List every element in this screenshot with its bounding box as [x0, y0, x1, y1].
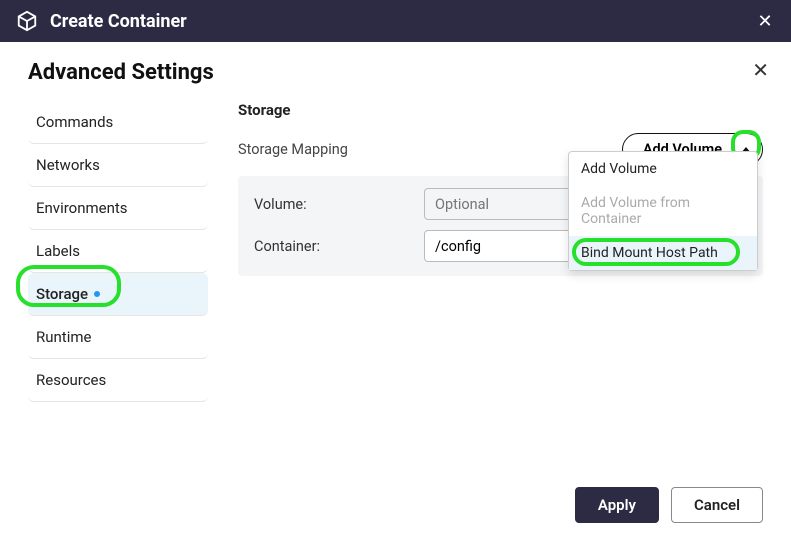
sidebar-item-networks[interactable]: Networks — [28, 144, 208, 187]
titlebar-close-icon[interactable]: ✕ — [755, 11, 775, 31]
panel-close-icon[interactable]: ✕ — [752, 60, 769, 80]
sidebar-item-resources[interactable]: Resources — [28, 359, 208, 402]
dropdown-item-label: Add Volume — [581, 161, 657, 177]
sidebar-item-label: Labels — [36, 242, 80, 260]
titlebar-title: Create Container — [50, 11, 755, 32]
dropdown-item-add-from-container: Add Volume from Container — [569, 186, 757, 236]
dropdown-item-label: Bind Mount Host Path — [581, 245, 718, 261]
sidebar-item-labels[interactable]: Labels — [28, 230, 208, 273]
storage-mapping-label: Storage Mapping — [238, 141, 622, 158]
sidebar-item-label: Networks — [36, 156, 100, 174]
sidebar-item-label: Runtime — [36, 328, 91, 346]
sidebar-item-commands[interactable]: Commands — [28, 101, 208, 144]
footer-actions: Apply Cancel — [575, 487, 763, 523]
page-subtitle: Advanced Settings — [28, 60, 763, 85]
active-indicator-dot — [94, 291, 100, 297]
container-label: Container: — [254, 238, 424, 255]
volume-label: Volume: — [254, 196, 424, 213]
apply-button[interactable]: Apply — [575, 487, 659, 523]
sidebar-item-label: Environments — [36, 199, 128, 217]
main-panel: Storage Storage Mapping Add Volume Volum… — [238, 101, 763, 402]
dropdown-item-label: Add Volume from Container — [581, 195, 690, 227]
settings-sidebar: Commands Networks Environments Labels St… — [28, 101, 208, 402]
sidebar-item-label: Resources — [36, 371, 106, 389]
dropdown-item-bind-mount[interactable]: Bind Mount Host Path — [569, 236, 757, 270]
cancel-button[interactable]: Cancel — [671, 487, 763, 523]
sidebar-item-storage[interactable]: Storage — [28, 273, 208, 316]
sidebar-item-label: Storage — [36, 285, 88, 303]
sidebar-item-environments[interactable]: Environments — [28, 187, 208, 230]
section-heading: Storage — [238, 101, 763, 119]
titlebar: Create Container ✕ — [0, 0, 791, 42]
sidebar-item-runtime[interactable]: Runtime — [28, 316, 208, 359]
cube-icon — [16, 10, 38, 32]
add-volume-dropdown: Add Volume Add Volume from Container Bin… — [568, 151, 758, 271]
sidebar-item-label: Commands — [36, 113, 113, 131]
dropdown-item-add-volume[interactable]: Add Volume — [569, 152, 757, 186]
